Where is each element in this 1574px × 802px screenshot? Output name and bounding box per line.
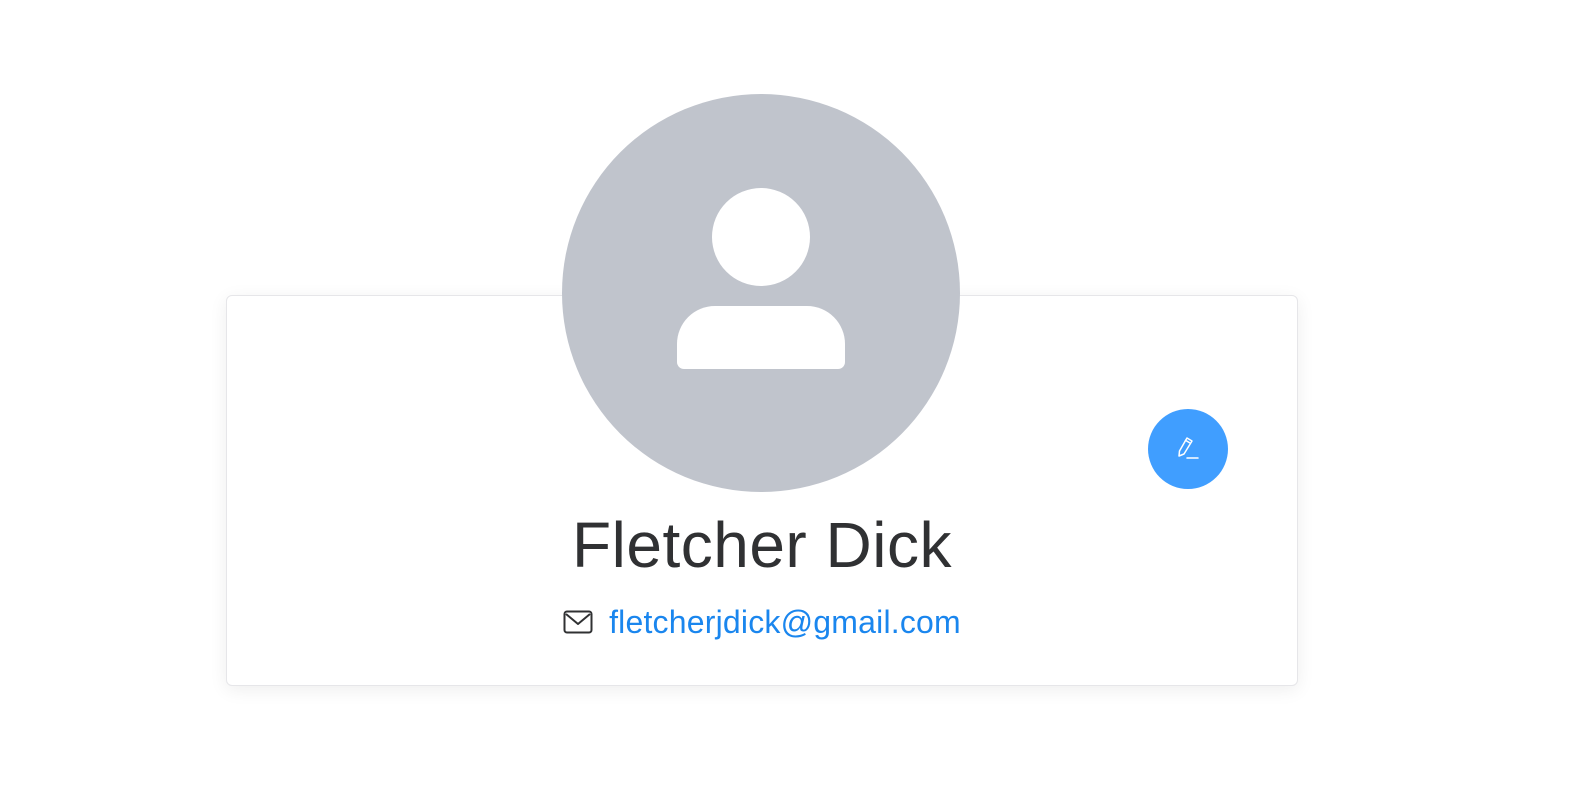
email-link[interactable]: fletcherjdick@gmail.com [609, 604, 961, 641]
email-row: fletcherjdick@gmail.com [226, 600, 1298, 644]
edit-profile-button[interactable] [1148, 409, 1228, 489]
user-silhouette-icon [677, 188, 845, 369]
pencil-icon [1178, 437, 1199, 459]
avatar [562, 94, 960, 492]
envelope-icon [563, 609, 593, 635]
profile-name: Fletcher Dick [572, 509, 952, 581]
